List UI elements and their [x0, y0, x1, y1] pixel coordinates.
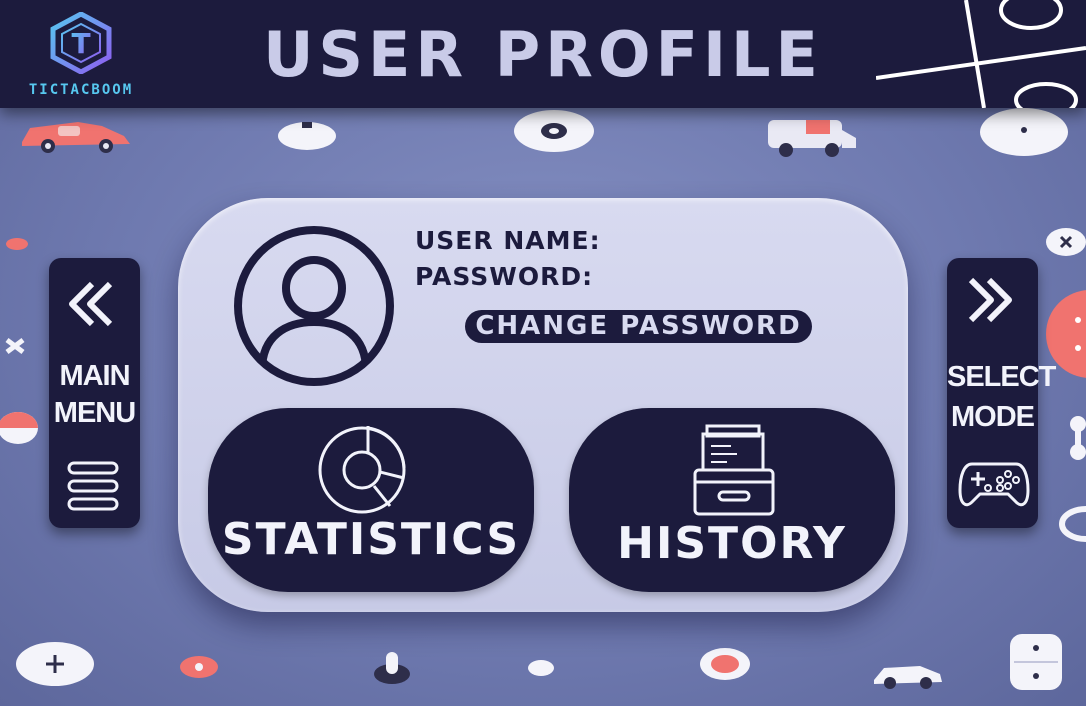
gamepad-icon	[958, 462, 1030, 507]
toy-car-white-icon	[874, 666, 942, 689]
user-avatar-icon	[234, 226, 394, 386]
toy-plus-disc-icon	[16, 642, 94, 686]
statistics-label: STATISTICS	[221, 514, 521, 565]
profile-card: USER NAME: PASSWORD: CHANGE PASSWORD STA…	[178, 198, 908, 612]
toy-pill-icon	[278, 122, 336, 150]
toy-half-ball-icon	[0, 412, 38, 444]
toy-x-chip-icon	[1046, 228, 1086, 256]
toy-car-red-icon	[22, 122, 130, 153]
tic-tac-toe-board-icon	[876, 0, 1086, 108]
toy-x-small-icon	[5, 338, 25, 354]
main-menu-label-line2: MENU	[53, 397, 136, 429]
toy-disc-icon	[514, 110, 594, 152]
toy-record-button-icon	[700, 648, 750, 680]
toy-dot-icon	[6, 238, 28, 250]
password-label: PASSWORD:	[415, 262, 594, 291]
history-label: HISTORY	[617, 518, 847, 569]
change-password-button[interactable]: CHANGE PASSWORD	[465, 310, 812, 343]
select-mode-label-line1: SELECT	[947, 361, 1056, 393]
toy-pebble-icon	[528, 660, 554, 676]
history-button[interactable]: HISTORY	[569, 408, 895, 592]
toy-button-coral-icon	[180, 656, 218, 678]
toy-ring-icon	[1059, 506, 1086, 542]
select-mode-label-line2: MODE	[951, 401, 1035, 433]
toy-van-icon	[768, 120, 856, 157]
top-header: T TICTACBOOM USER PROFILE	[0, 0, 1086, 108]
double-chevron-right-icon	[968, 277, 1012, 323]
main-menu-label-line1: MAIN	[59, 360, 130, 392]
select-mode-button[interactable]: SELECT MODE	[947, 258, 1056, 528]
user-name-label: USER NAME:	[415, 226, 601, 255]
statistics-button[interactable]: STATISTICS	[208, 408, 534, 592]
main-menu-button[interactable]: MAIN MENU	[49, 258, 140, 528]
toy-joystick-icon	[374, 652, 410, 684]
double-chevron-left-icon	[69, 281, 113, 327]
pie-chart-icon	[318, 426, 406, 514]
toy-disc-large-icon	[980, 108, 1068, 156]
archive-box-icon	[693, 424, 775, 516]
toy-peg-icon	[1070, 416, 1086, 460]
toy-dice-icon	[1010, 634, 1062, 690]
hamburger-menu-icon	[67, 461, 119, 511]
